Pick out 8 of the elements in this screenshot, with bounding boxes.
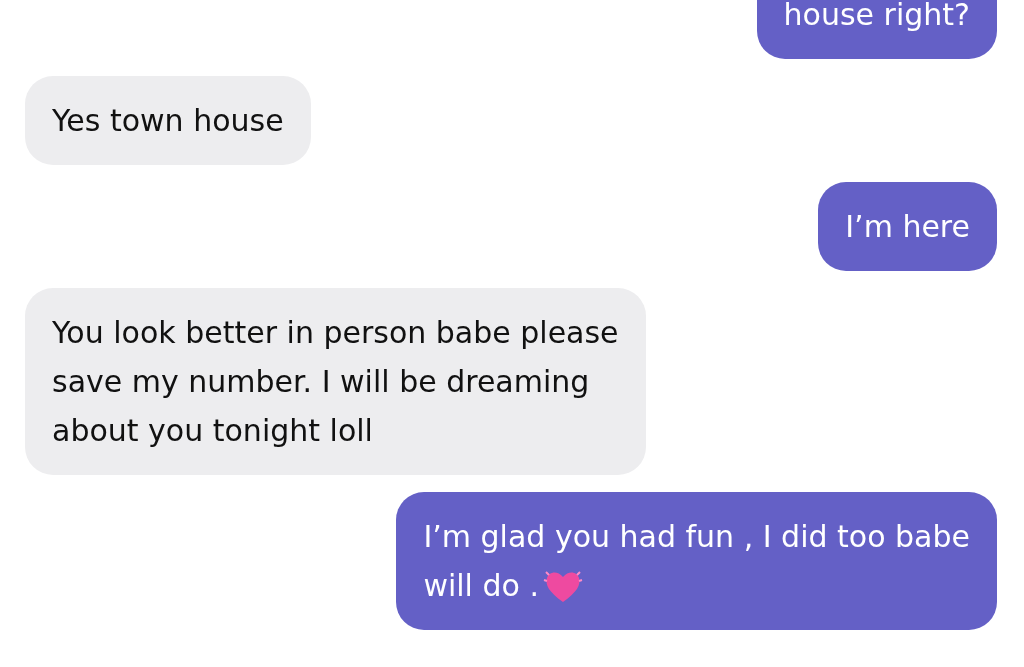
- message-line: You look better in person babe please: [52, 314, 619, 352]
- message-line: I’m glad you had fun , I did too babe: [423, 518, 970, 556]
- message-line: I’m here: [845, 208, 970, 246]
- message-line: save my number. I will be dreaming: [52, 363, 590, 401]
- message-line: will do .: [423, 567, 539, 605]
- message-line: Yes town house: [52, 102, 284, 140]
- message-line: about you tonight loll: [52, 412, 373, 450]
- message-line: house right?: [783, 0, 970, 34]
